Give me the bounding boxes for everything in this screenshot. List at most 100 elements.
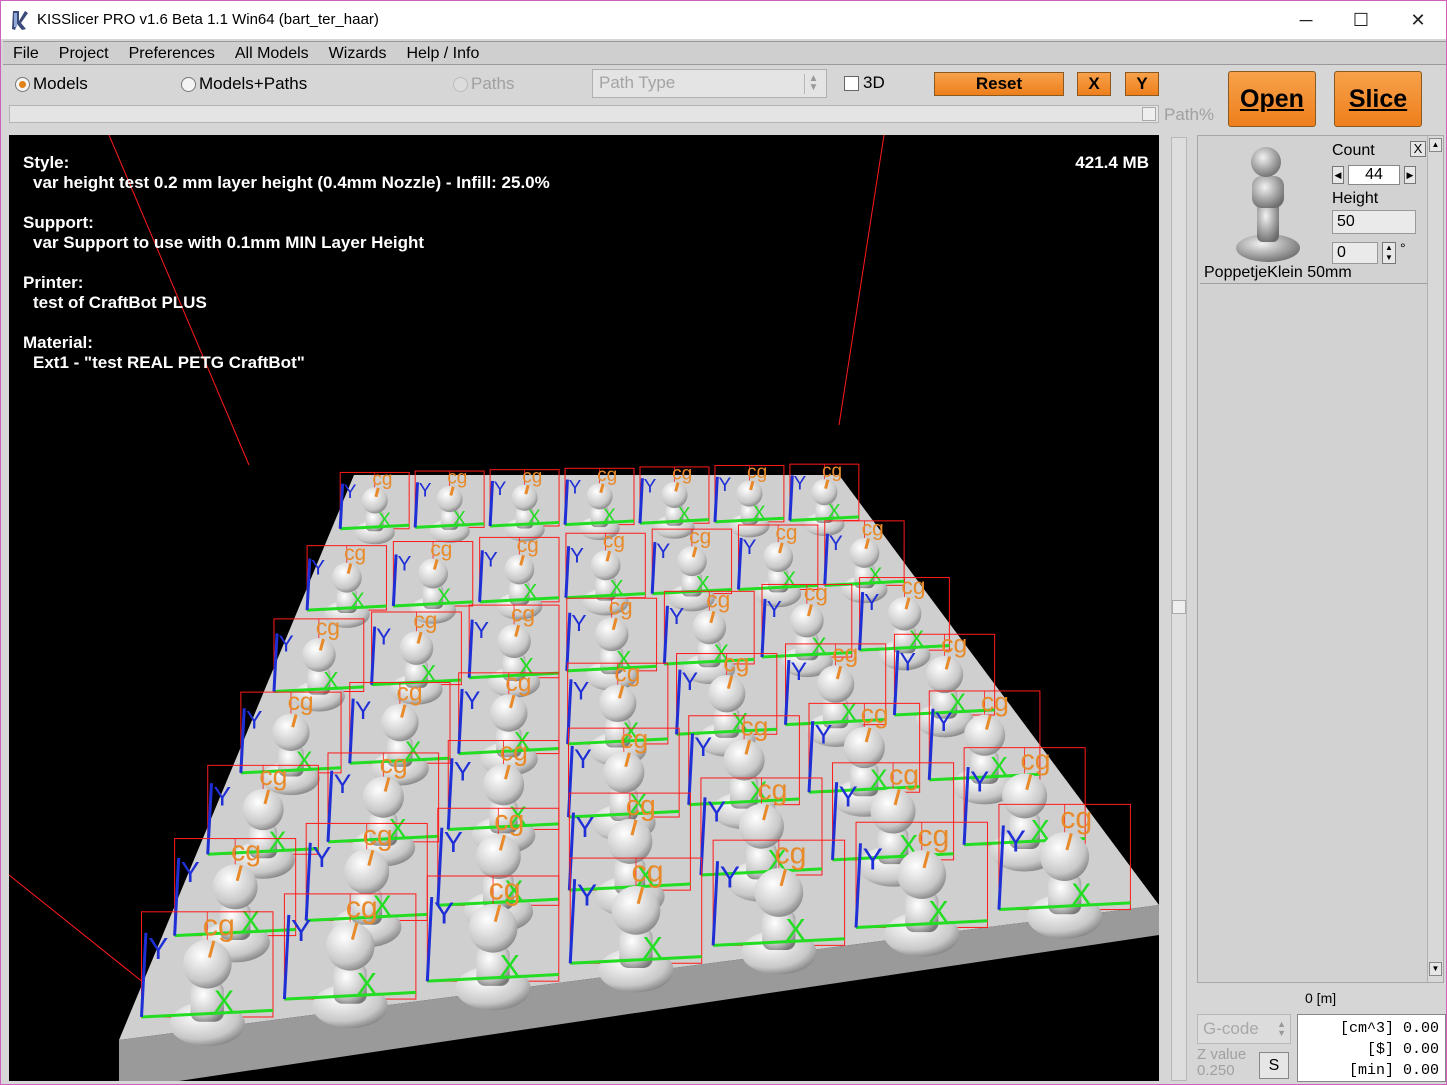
figurine-head	[468, 903, 518, 953]
menu-all-models[interactable]: All Models	[225, 42, 319, 64]
gcode-select[interactable]: G-code ▲ ▼	[1197, 1014, 1291, 1044]
scroll-up-icon[interactable]: ▲	[1429, 138, 1442, 152]
cg-label: cg	[413, 607, 437, 633]
x-axis-label: X	[603, 506, 616, 527]
support-value: var Support to use with 0.1mm MIN Layer …	[33, 233, 425, 252]
style-label: Style:	[23, 153, 70, 172]
decrement-arrow-icon[interactable]: ◀	[1332, 166, 1344, 184]
view-paths-label: Paths	[471, 74, 515, 93]
figurine-head	[843, 726, 885, 769]
maximize-button[interactable]: ☐	[1332, 1, 1390, 39]
x-axis-label: X	[378, 510, 391, 531]
figurine-head	[475, 834, 521, 880]
cg-label: cg	[626, 790, 656, 822]
x-mirror-button[interactable]: X	[1077, 72, 1111, 96]
view-models-paths-label: Models+Paths	[199, 74, 308, 93]
cg-label: cg	[522, 466, 542, 487]
slider-thumb[interactable]	[1142, 107, 1156, 121]
figurine-head	[362, 776, 404, 818]
layer-height-slider[interactable]	[1171, 137, 1187, 1081]
x-axis-label: X	[269, 826, 287, 856]
reset-button[interactable]: Reset	[934, 72, 1064, 96]
s-button[interactable]: S	[1259, 1052, 1289, 1079]
rotation-field[interactable]: 0	[1332, 242, 1378, 264]
view-paths-radio[interactable]: Paths	[453, 74, 514, 94]
figurine-head	[490, 694, 528, 732]
view-models-paths-radio[interactable]: Models+Paths	[181, 74, 307, 94]
y-axis-label: Y	[970, 766, 989, 798]
close-button[interactable]: ✕	[1389, 1, 1447, 39]
view-models-radio[interactable]: Models	[15, 74, 88, 94]
y-axis-label: Y	[344, 482, 357, 503]
y-axis-label: Y	[791, 659, 807, 686]
y-axis-label: Y	[682, 669, 698, 696]
x-axis-label: X	[296, 748, 312, 775]
cg-label: cg	[672, 464, 692, 485]
y-axis-label: Y	[644, 476, 657, 497]
count-stepper[interactable]: ◀ 44 ▶	[1332, 164, 1418, 186]
cg-label: cg	[372, 469, 392, 490]
menu-file[interactable]: File	[3, 42, 49, 64]
scroll-down-icon[interactable]: ▼	[1429, 962, 1442, 976]
figurine-head	[381, 703, 419, 742]
cg-label: cg	[430, 538, 452, 561]
path-percent-label: Path%	[1164, 105, 1215, 124]
3d-checkbox[interactable]: 3D	[844, 73, 885, 93]
cg-label: cg	[889, 760, 919, 792]
remove-model-button[interactable]: X	[1410, 141, 1426, 157]
y-axis-label: Y	[444, 827, 463, 859]
cg-label: cg	[346, 891, 378, 924]
slice-button[interactable]: Slice	[1334, 71, 1422, 127]
y-mirror-button[interactable]: Y	[1125, 72, 1159, 96]
updown-arrows-icon: ▲ ▼	[804, 74, 822, 94]
cg-label: cg	[747, 462, 767, 483]
y-axis-label: Y	[573, 679, 589, 706]
3d-viewport[interactable]: X Ycg X Ycg X Ycg X Ycg X Ycg X Ycg X Ycg X Ycg X Ycg X Ycg…	[9, 135, 1159, 1081]
figurine-head	[242, 788, 284, 831]
menu-wizards[interactable]: Wizards	[319, 42, 397, 64]
style-value: var height test 0.2 mm layer height (0.4…	[33, 173, 550, 192]
minimize-button[interactable]: ─	[1277, 1, 1335, 39]
panel-scrollbar[interactable]: ▲ ▼	[1427, 136, 1443, 982]
menu-help-info[interactable]: Help / Info	[396, 42, 489, 64]
figurine-head	[1040, 832, 1090, 882]
cg-label: cg	[363, 820, 393, 852]
cg-label: cg	[489, 874, 521, 907]
x-axis-label: X	[528, 507, 541, 528]
y-axis-label: Y	[720, 862, 740, 895]
cg-label: cg	[804, 580, 828, 606]
menu-project[interactable]: Project	[49, 42, 119, 64]
cg-label: cg	[259, 761, 287, 791]
stat-cost: [$] 0.00	[1366, 1041, 1439, 1058]
rotation-spinner-icon[interactable]: ▲ ▼	[1382, 242, 1396, 264]
y-axis-label: Y	[291, 915, 311, 948]
path-type-select[interactable]: Path Type ▲ ▼	[592, 69, 827, 98]
y-axis-label: Y	[312, 842, 331, 874]
checkbox-icon	[844, 75, 859, 91]
y-axis-label: Y	[474, 617, 489, 643]
figurine-head	[325, 921, 375, 971]
material-label: Material:	[23, 333, 93, 352]
y-axis-label: Y	[434, 897, 454, 930]
y-axis-label: Y	[694, 732, 712, 762]
y-axis-label: Y	[376, 624, 391, 650]
y-axis-label: Y	[767, 596, 782, 622]
path-type-value: Path Type	[599, 73, 676, 92]
height-field[interactable]: 50	[1332, 210, 1416, 234]
printer-label: Printer:	[23, 273, 84, 292]
x-axis-label: X	[678, 504, 691, 525]
model-card[interactable]: Count X ◀ 44 ▶ Height 50 0 ▲ ▼ ° Poppetje…	[1200, 138, 1428, 284]
open-button[interactable]: Open	[1228, 71, 1316, 127]
slider-thumb[interactable]	[1172, 600, 1186, 614]
increment-arrow-icon[interactable]: ▶	[1404, 166, 1416, 184]
x-axis-label: X	[643, 932, 663, 965]
stats-readout: [cm^3] 0.00 [$] 0.00 [min] 0.00	[1297, 1014, 1446, 1082]
menu-preferences[interactable]: Preferences	[119, 42, 225, 64]
cg-label: cg	[597, 465, 617, 486]
path-percent-slider[interactable]	[9, 105, 1159, 123]
count-value[interactable]: 44	[1348, 165, 1400, 185]
memory-usage: 421.4 MB	[1075, 153, 1149, 172]
cg-label: cg	[614, 660, 640, 687]
y-axis-label: Y	[397, 553, 411, 576]
x-axis-label: X	[928, 896, 948, 929]
